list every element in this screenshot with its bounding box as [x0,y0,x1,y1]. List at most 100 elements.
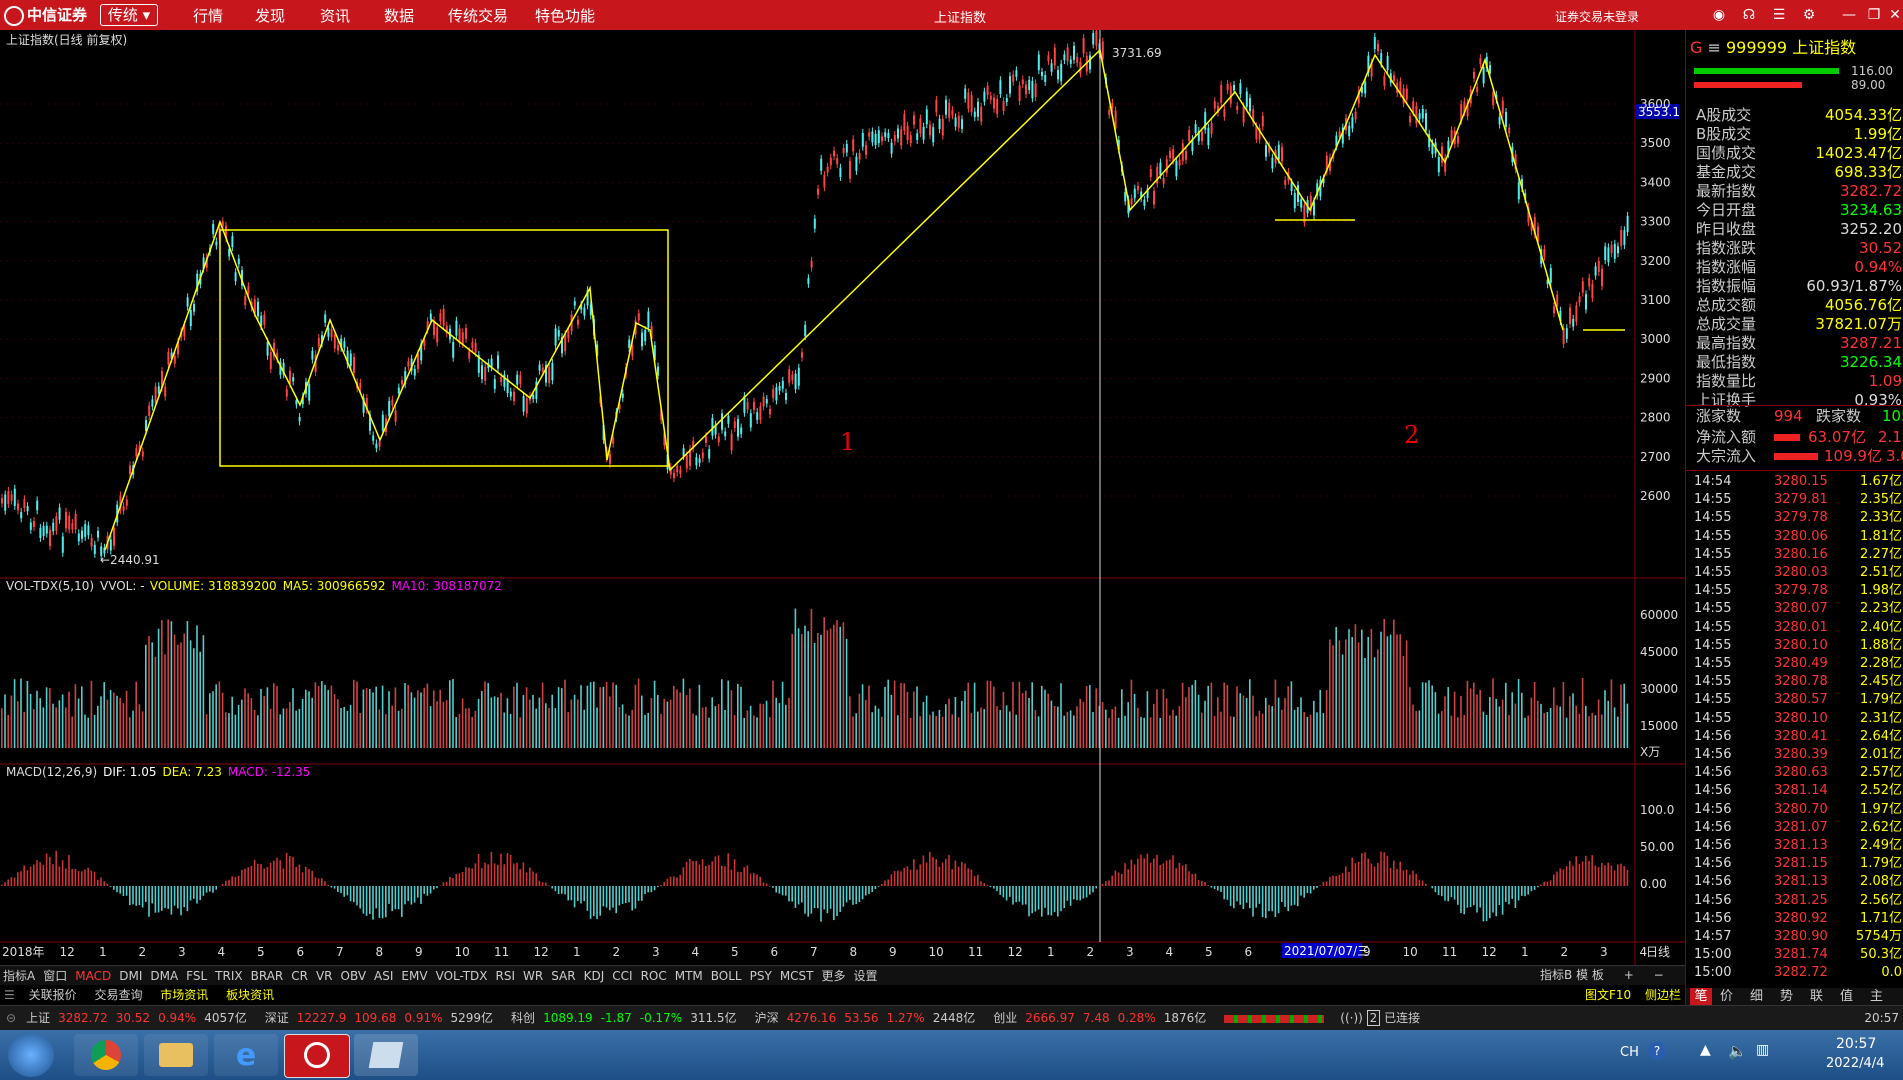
tick-row[interactable]: 14:57 3280.90 5754万 [1694,928,1903,946]
restore-icon[interactable]: ❐ [1865,6,1883,24]
tick-row[interactable]: 14:55 3280.78 2.45亿 [1694,673,1903,691]
kline-chart[interactable]: 上证指数(日线 前复权) 3731.69 ←2440.91 1 2 3553.1… [0,30,1685,965]
tick-row[interactable]: 14:56 3280.41 2.64亿 [1694,728,1903,746]
tick-row[interactable]: 14:55 3280.10 2.31亿 [1694,710,1903,728]
tick-row[interactable]: 14:55 3279.81 2.35亿 [1694,491,1903,509]
tick-row[interactable]: 14:56 3280.63 2.57亿 [1694,764,1903,782]
indicator-tab[interactable]: BRAR [251,969,284,983]
indicator-tab[interactable]: TRIX [215,969,242,983]
tick-row[interactable]: 14:56 3281.25 2.56亿 [1694,892,1903,910]
indicator-tab[interactable]: CR [291,969,308,983]
index-ticker[interactable]: 上证 3282.72 30.52 0.94% 4057亿 [26,1011,255,1025]
indicator-tab[interactable]: WR [523,969,543,983]
tick-row[interactable]: 14:55 3280.57 1.79亿 [1694,691,1903,709]
indicator-tab[interactable]: ROC [641,969,667,983]
sidebar-button[interactable]: 侧边栏 [1645,988,1681,1002]
tick-row[interactable]: 14:54 3280.15 1.67亿 [1694,473,1903,491]
clock-time[interactable]: 20:57 [1836,1036,1876,1052]
tick-row[interactable]: 15:00 3281.74 50.3亿 [1694,946,1903,964]
gear-icon[interactable]: ⚙ [1800,6,1818,24]
indicator-tab[interactable]: OBV [341,969,367,983]
citic-app-icon[interactable] [284,1034,350,1078]
index-ticker[interactable]: 科创 1089.19 -1.87 -0.17% 311.5亿 [511,1011,745,1025]
headset-icon[interactable]: ☊ [1740,6,1758,24]
tab-sector-news[interactable]: 板块资讯 [226,988,274,1002]
network-icon[interactable]: ▥ [1756,1042,1769,1058]
template-button[interactable]: 模 [1576,968,1588,982]
menu-item-market[interactable]: 行情 [193,5,223,26]
tab-ticks[interactable]: 笔 [1690,988,1712,1006]
add-window-button[interactable]: + [1624,968,1634,982]
indicator-tab[interactable]: BOLL [711,969,742,983]
menu-icon[interactable]: ≡ [1708,38,1721,57]
indicator-tab[interactable]: MTM [675,969,703,983]
list-icon[interactable]: ☰ [1770,6,1788,24]
login-status[interactable]: 证券交易未登录 [1555,8,1639,25]
indicator-tab[interactable]: 窗口 [43,969,67,983]
tick-row[interactable]: 14:56 3281.15 1.79亿 [1694,855,1903,873]
chrome-icon[interactable] [74,1034,138,1076]
indicator-tab[interactable]: 更多 [822,969,846,983]
tick-row[interactable]: 14:55 3280.10 1.88亿 [1694,637,1903,655]
language-indicator[interactable]: CH [1620,1045,1639,1060]
indicator-tab[interactable]: 设置 [854,969,878,983]
tick-row[interactable]: 14:55 3280.01 2.40亿 [1694,619,1903,637]
expand-icon[interactable]: ☰ [4,988,15,1002]
connection-status[interactable]: ((·)) 2 已连接 [1340,1010,1420,1026]
tick-row[interactable]: 14:56 3281.13 2.49亿 [1694,837,1903,855]
tray-arrow-icon[interactable]: ▲ [1700,1042,1711,1058]
board-button[interactable]: 板 [1592,968,1604,982]
close-icon[interactable]: ✕ [1888,6,1902,24]
indicator-tab[interactable]: DMI [119,969,142,983]
indicator-tab[interactable]: KDJ [584,969,605,983]
indicator-tab[interactable]: SAR [551,969,575,983]
index-ticker[interactable]: 创业 2666.97 7.48 0.28% 1876亿 [993,1011,1214,1025]
indicator-tab[interactable]: MCST [780,969,814,983]
tick-row[interactable]: 14:56 3281.07 2.62亿 [1694,819,1903,837]
tick-row[interactable]: 14:55 3280.16 2.27亿 [1694,546,1903,564]
index-ticker[interactable]: 深证 12227.9 109.68 0.91% 5299亿 [265,1011,501,1025]
minimize-icon[interactable]: — [1840,6,1858,24]
tick-row[interactable]: 14:56 3280.92 1.71亿 [1694,910,1903,928]
indicator-tab[interactable]: PSY [750,969,772,983]
f10-button[interactable]: 图文F10 [1585,988,1631,1002]
indicator-tab[interactable]: VR [316,969,333,983]
indicator-tab[interactable]: DMA [150,969,178,983]
period-label[interactable]: 日线 [1646,945,1670,959]
tick-row[interactable]: 14:55 3279.78 1.98亿 [1694,582,1903,600]
indicator-tab[interactable]: ASI [374,969,393,983]
start-icon[interactable] [8,1033,54,1077]
tick-row[interactable]: 14:56 3281.14 2.52亿 [1694,782,1903,800]
tick-row[interactable]: 14:56 3280.39 2.01亿 [1694,746,1903,764]
notepad-icon[interactable] [354,1034,418,1076]
indicator-tab[interactable]: 指标A [3,969,35,983]
tab-detail[interactable]: 细 [1750,988,1763,1006]
indicator-tab[interactable]: MACD [75,969,111,983]
indicator-tab[interactable]: CCI [612,969,632,983]
remove-window-button[interactable]: − [1654,968,1664,982]
tick-row[interactable]: 14:56 3280.70 1.97亿 [1694,801,1903,819]
tick-row[interactable]: 14:55 3279.78 2.33亿 [1694,509,1903,527]
tab-trend[interactable]: 势 [1780,988,1793,1006]
status-menu-icon[interactable]: ⊝ [6,1011,16,1025]
tab-market-news[interactable]: 市场资讯 [160,988,208,1002]
tick-row[interactable]: 14:55 3280.49 2.28亿 [1694,655,1903,673]
menu-item-features[interactable]: 特色功能 [535,5,595,26]
volume-icon[interactable]: 🔈 [1728,1042,1747,1060]
menu-item-data[interactable]: 数据 [384,5,414,26]
tab-related-quotes[interactable]: 关联报价 [29,988,77,1002]
menu-item-news[interactable]: 资讯 [320,5,350,26]
indicator-b-button[interactable]: 指标B [1540,968,1572,982]
tab-main[interactable]: 主 [1870,988,1883,1006]
tab-value[interactable]: 值 [1840,988,1853,1006]
menu-item-discover[interactable]: 发现 [255,5,285,26]
folder-icon[interactable] [144,1034,208,1076]
indicator-tab[interactable]: FSL [186,969,207,983]
tick-row[interactable]: 14:55 3280.06 1.81亿 [1694,528,1903,546]
ie-icon[interactable]: e [214,1034,278,1076]
mode-select[interactable]: 传统 ▾ [100,4,158,26]
indicator-tab[interactable]: EMV [401,969,427,983]
tick-row[interactable]: 14:55 3280.07 2.23亿 [1694,600,1903,618]
tick-row[interactable]: 14:56 3281.13 2.08亿 [1694,873,1903,891]
menu-item-trade[interactable]: 传统交易 [448,5,508,26]
